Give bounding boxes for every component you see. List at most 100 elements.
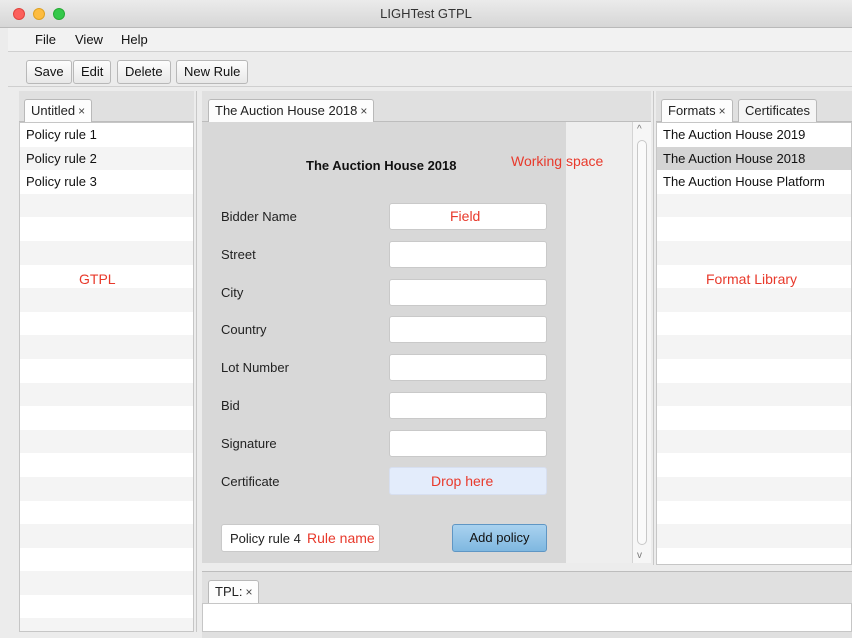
tpl-panel: TPL: × — [202, 571, 852, 638]
format-item[interactable]: The Auction House 2019 — [657, 123, 851, 147]
empty-row — [657, 240, 851, 265]
menu-view[interactable]: View — [75, 32, 103, 47]
field-label-bid: Bid — [221, 398, 240, 413]
policy-rule-item[interactable]: Policy rule 1 — [20, 123, 193, 147]
tab-auction-house-2018[interactable]: The Auction House 2018 × — [208, 99, 375, 123]
country-input[interactable] — [389, 316, 547, 343]
empty-row — [20, 501, 193, 525]
empty-row — [657, 312, 851, 336]
edit-button[interactable]: Edit — [73, 60, 112, 84]
bidder-name-input[interactable]: Field — [389, 203, 547, 230]
save-button[interactable]: Save — [26, 60, 72, 84]
policy-rule-item[interactable]: Policy rule 3 — [20, 170, 193, 194]
empty-row — [657, 288, 851, 312]
field-label-street: Street — [221, 247, 256, 262]
bid-input[interactable] — [389, 392, 547, 419]
empty-row — [657, 453, 851, 477]
field-annotation: Field — [450, 208, 481, 224]
empty-row — [657, 359, 851, 383]
certificate-drop-zone[interactable]: Drop here — [389, 467, 547, 495]
field-label-bidder-name: Bidder Name — [221, 209, 297, 224]
empty-row — [20, 453, 193, 477]
empty-row — [20, 288, 193, 312]
empty-row — [657, 335, 851, 359]
empty-row — [20, 382, 193, 407]
empty-row — [657, 406, 851, 430]
policy-rule-item[interactable]: Policy rule 2 — [20, 146, 193, 171]
format-list: The Auction House 2019 The Auction House… — [656, 122, 852, 565]
empty-row — [657, 217, 851, 241]
drop-annotation: Drop here — [431, 473, 494, 489]
tab-untitled[interactable]: Untitled × — [24, 99, 93, 123]
city-input[interactable] — [389, 279, 547, 306]
format-library-annotation: Format Library — [706, 271, 798, 287]
delete-button[interactable]: Delete — [117, 60, 171, 84]
working-space-margin — [566, 122, 632, 563]
right-splitter[interactable] — [653, 91, 654, 565]
close-icon[interactable]: × — [719, 104, 726, 118]
signature-input[interactable] — [389, 430, 547, 457]
title-bar: LIGHTest GTPL — [0, 0, 852, 28]
tab-formats[interactable]: Formats × — [661, 99, 733, 123]
vertical-scrollbar[interactable]: ^ v — [632, 122, 651, 563]
field-label-country: Country — [221, 322, 267, 337]
empty-row — [20, 548, 193, 572]
empty-row — [20, 571, 193, 595]
policy-rule-list: Policy rule 1 Policy rule 2 Policy rule … — [19, 122, 194, 632]
close-icon[interactable]: × — [78, 104, 85, 118]
field-label-signature: Signature — [221, 436, 277, 451]
left-splitter[interactable] — [196, 91, 197, 632]
empty-row — [657, 193, 851, 218]
tab-tpl-label: TPL: — [215, 584, 243, 599]
empty-row — [657, 382, 851, 407]
center-tab-area: The Auction House 2018 × — [202, 91, 651, 123]
tab-certificates[interactable]: Certificates — [738, 99, 818, 123]
working-space-annotation: Working space — [511, 153, 604, 169]
gtpl-panel: Untitled × Policy rule 1 Policy rule 2 Po… — [19, 91, 194, 632]
street-input[interactable] — [389, 241, 547, 268]
empty-row — [20, 618, 193, 631]
gtpl-annotation: GTPL — [79, 271, 116, 287]
empty-row — [20, 359, 193, 383]
field-label-certificate: Certificate — [221, 474, 280, 489]
window-title: LIGHTest GTPL — [380, 6, 472, 21]
format-item-selected[interactable]: The Auction House 2018 — [657, 146, 851, 171]
format-library-panel: Formats × Certificates The Auction House … — [656, 91, 852, 565]
add-policy-button[interactable]: Add policy — [452, 524, 547, 552]
left-tab-strip: Untitled × — [19, 91, 194, 123]
lot-number-input[interactable] — [389, 354, 547, 381]
empty-row — [657, 524, 851, 548]
empty-row — [20, 335, 193, 359]
empty-row — [20, 406, 193, 430]
tab-untitled-label: Untitled — [31, 103, 76, 118]
tpl-editor[interactable] — [202, 603, 852, 632]
menu-help[interactable]: Help — [121, 32, 148, 47]
empty-row — [20, 312, 193, 336]
scroll-up-icon[interactable]: ^ — [637, 124, 642, 135]
empty-row — [20, 524, 193, 548]
rule-name-annotation: Rule name — [307, 530, 375, 546]
scroll-down-icon[interactable]: v — [637, 550, 642, 561]
toolbar: Save Edit Delete New Rule — [8, 53, 852, 87]
format-item[interactable]: The Auction House Platform — [657, 170, 851, 194]
tab-auction-house-2018-label: The Auction House 2018 — [215, 103, 358, 118]
menu-file[interactable]: File — [35, 32, 56, 47]
empty-row — [657, 429, 851, 454]
new-rule-button[interactable]: New Rule — [176, 60, 249, 84]
form-title: The Auction House 2018 — [306, 158, 457, 173]
field-label-city: City — [221, 285, 244, 300]
close-icon[interactable]: × — [245, 585, 252, 599]
tab-formats-label: Formats — [668, 103, 716, 118]
scrollbar-thumb[interactable] — [637, 140, 647, 545]
tab-tpl[interactable]: TPL: × — [208, 580, 260, 604]
empty-row — [657, 501, 851, 525]
empty-row — [20, 240, 193, 265]
menu-bar: File View Help — [8, 28, 852, 52]
close-icon[interactable]: × — [360, 104, 367, 118]
empty-row — [20, 595, 193, 619]
rule-name-value: Policy rule 4 — [230, 531, 301, 546]
empty-row — [20, 217, 193, 241]
rule-name-input[interactable]: Policy rule 4 Rule name — [221, 524, 380, 552]
empty-row — [657, 476, 851, 501]
right-tab-strip: Formats × Certificates — [656, 91, 852, 123]
